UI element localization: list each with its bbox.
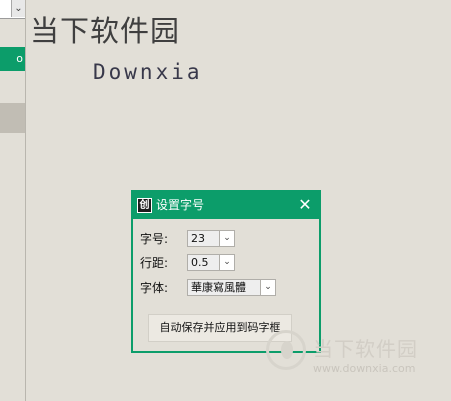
left-panel: ⌄ o bbox=[0, 0, 26, 401]
app-icon: 创 bbox=[137, 198, 152, 213]
side-item[interactable] bbox=[0, 103, 25, 133]
watermark-logo-icon bbox=[266, 330, 306, 370]
font-value: 華康寫風體 bbox=[191, 281, 246, 294]
selected-side-item[interactable]: o bbox=[0, 47, 25, 71]
font-size-select[interactable]: 23 ⌄ bbox=[187, 230, 235, 247]
line-spacing-label: 行距: bbox=[140, 256, 169, 270]
font-select[interactable]: 華康寫風體 ⌄ bbox=[187, 279, 276, 296]
dialog-title: 设置字号 bbox=[156, 198, 205, 212]
line-spacing-select[interactable]: 0.5 ⌄ bbox=[187, 254, 235, 271]
dialog-titlebar[interactable]: 创 设置字号 ✕ bbox=[133, 192, 319, 219]
chevron-down-icon[interactable]: ⌄ bbox=[219, 231, 234, 246]
close-icon[interactable]: ✕ bbox=[296, 195, 314, 215]
chevron-down-icon[interactable]: ⌄ bbox=[260, 280, 275, 295]
watermark-url: www.downxia.com bbox=[313, 362, 416, 375]
chevron-down-icon[interactable]: ⌄ bbox=[11, 0, 25, 17]
font-label: 字体: bbox=[140, 281, 169, 295]
font-size-dialog: 创 设置字号 ✕ 字号: 23 ⌄ 行距: 0.5 ⌄ 字体: 華康寫風體 ⌄ … bbox=[131, 190, 321, 353]
font-size-value: 23 bbox=[191, 232, 205, 245]
top-left-dropdown[interactable]: ⌄ bbox=[0, 0, 25, 19]
font-size-label: 字号: bbox=[140, 232, 169, 246]
preview-text-chinese: 当下软件园 bbox=[30, 14, 181, 48]
watermark-title: 当下软件园 bbox=[313, 337, 418, 361]
line-spacing-value: 0.5 bbox=[191, 256, 209, 269]
chevron-down-icon[interactable]: ⌄ bbox=[219, 255, 234, 270]
preview-text-english: Downxia bbox=[93, 60, 203, 84]
